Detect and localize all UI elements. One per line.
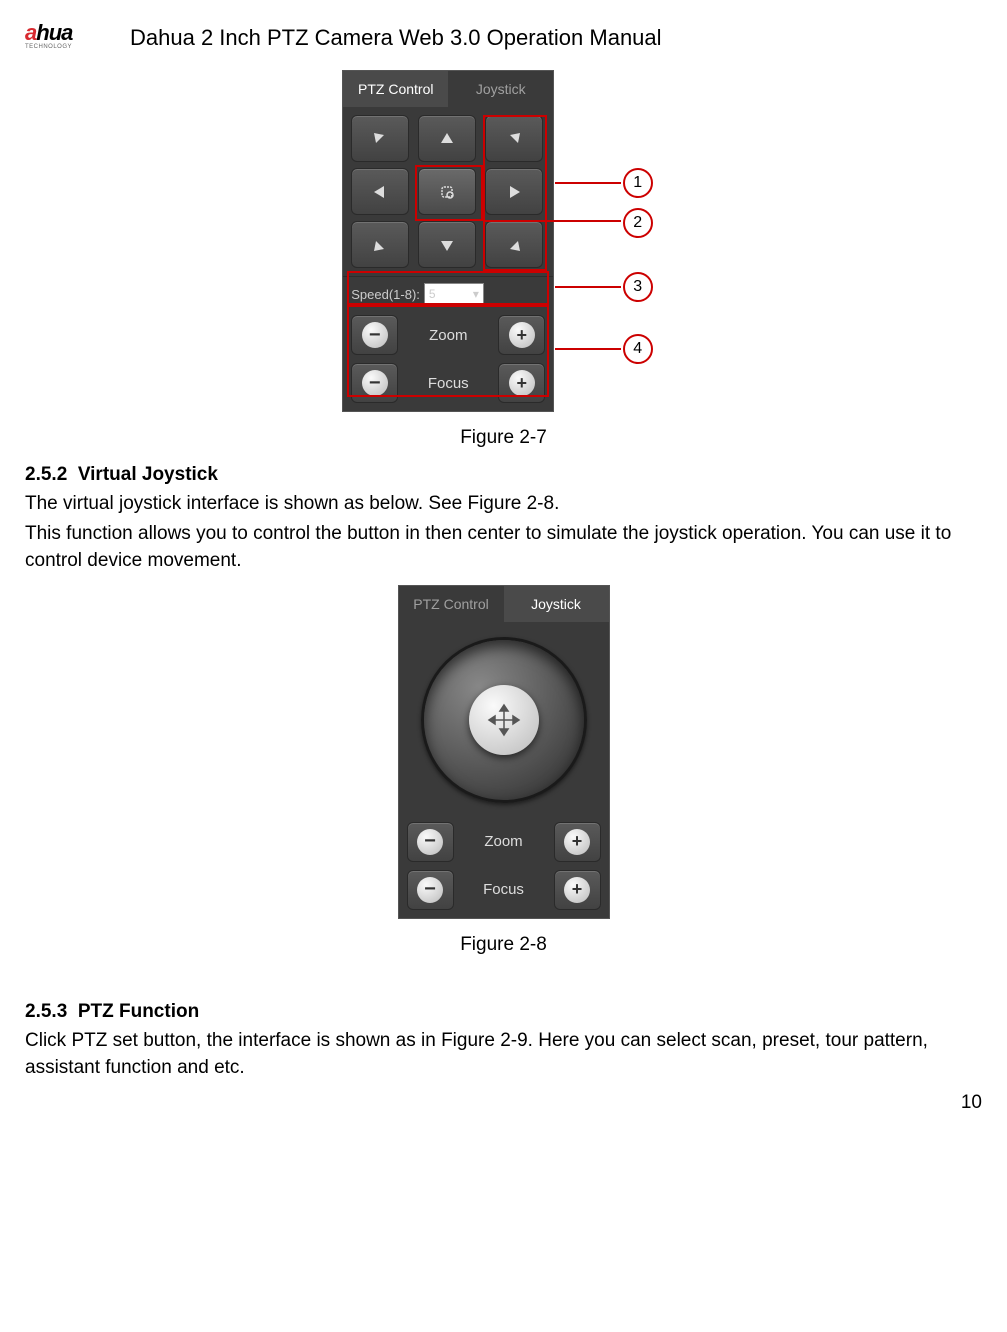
dir-left-button[interactable] [351,168,409,215]
dir-downright-button[interactable] [485,221,543,268]
figure-2-8: PTZ Control Joystick [25,585,982,956]
zoom-label: Zoom [460,833,548,850]
plus-icon: + [509,322,535,348]
focus-row: − Focus + [343,359,553,411]
speed-row: Speed(1-8): 5 ▾ [343,276,553,311]
dir-right-button[interactable] [485,168,543,215]
focus-in-button[interactable]: + [554,870,601,910]
section-number: 2.5.3 [25,1001,67,1022]
zoom-in-button[interactable]: + [498,315,545,355]
logo-subtext: TECHNOLOGY [25,44,115,50]
callout-1: 1 [623,168,653,198]
plus-icon: + [564,829,590,855]
dahua-logo: ahua TECHNOLOGY [25,20,115,55]
ptz-tabs: PTZ Control Joystick [343,71,553,107]
focus-label: Focus [460,881,548,898]
callout-4: 4 [623,334,653,364]
logo-part-b: hua [36,20,72,45]
section-2-5-3-heading: 2.5.3 PTZ Function [25,1001,982,1023]
callout-3: 3 [623,272,653,302]
section-title: Virtual Joystick [78,464,218,485]
figure-2-7-caption: Figure 2-7 [25,427,982,449]
minus-icon: − [362,370,388,396]
focus-row: − Focus + [399,866,609,918]
callout-labels: 1 2 3 4 [555,70,665,400]
direction-buttons [343,107,553,276]
section-2-5-3-p1: Click PTZ set button, the interface is s… [25,1027,982,1082]
callout-2: 2 [623,208,653,238]
chevron-down-icon: ▾ [473,287,479,301]
page-number: 10 [25,1092,982,1114]
joystick-panel: PTZ Control Joystick [398,585,610,919]
virtual-joystick[interactable] [399,622,609,818]
section-number: 2.5.2 [25,464,67,485]
zoom-row: − Zoom + [343,311,553,359]
focus-out-button[interactable]: − [351,363,398,403]
tab-ptz-control[interactable]: PTZ Control [343,71,448,107]
dir-down-button[interactable] [418,221,476,268]
plus-icon: + [509,370,535,396]
speed-label: Speed(1-8): [351,287,420,302]
logo-part-a: a [25,20,36,45]
joystick-knob[interactable] [469,685,539,755]
minus-icon: − [362,322,388,348]
zoom-out-button[interactable]: − [351,315,398,355]
ptz-tabs: PTZ Control Joystick [399,586,609,622]
minus-icon: − [417,877,443,903]
dir-upleft-button[interactable] [351,115,409,162]
page-header: ahua TECHNOLOGY Dahua 2 Inch PTZ Camera … [25,20,982,55]
zoom-label: Zoom [404,327,492,344]
focus-label: Focus [404,375,492,392]
figure-2-8-caption: Figure 2-8 [25,934,982,956]
minus-icon: − [417,829,443,855]
dir-up-button[interactable] [418,115,476,162]
center-button[interactable] [418,168,476,215]
focus-out-button[interactable]: − [407,870,454,910]
section-2-5-2-p2: This function allows you to control the … [25,520,982,575]
dir-upright-button[interactable] [485,115,543,162]
zoom-row: − Zoom + [399,818,609,866]
ptz-control-panel: PTZ Control Joystick Speed(1-8): 5 ▾ [342,70,554,412]
figure-2-7: PTZ Control Joystick Speed(1-8): 5 ▾ [25,70,982,449]
zoom-in-button[interactable]: + [554,822,601,862]
section-title: PTZ Function [78,1001,199,1022]
move-icon [487,703,521,737]
zoom-out-button[interactable]: − [407,822,454,862]
focus-in-button[interactable]: + [498,363,545,403]
speed-value: 5 [429,287,436,301]
speed-dropdown[interactable]: 5 ▾ [424,283,484,305]
section-2-5-2-p1: The virtual joystick interface is shown … [25,490,982,518]
tab-ptz-control[interactable]: PTZ Control [399,586,504,622]
document-title: Dahua 2 Inch PTZ Camera Web 3.0 Operatio… [130,25,662,51]
tab-joystick[interactable]: Joystick [504,586,609,622]
dir-downleft-button[interactable] [351,221,409,268]
plus-icon: + [564,877,590,903]
joystick-outer-ring [421,637,587,803]
section-2-5-2-heading: 2.5.2 Virtual Joystick [25,464,982,486]
tab-joystick[interactable]: Joystick [448,71,553,107]
